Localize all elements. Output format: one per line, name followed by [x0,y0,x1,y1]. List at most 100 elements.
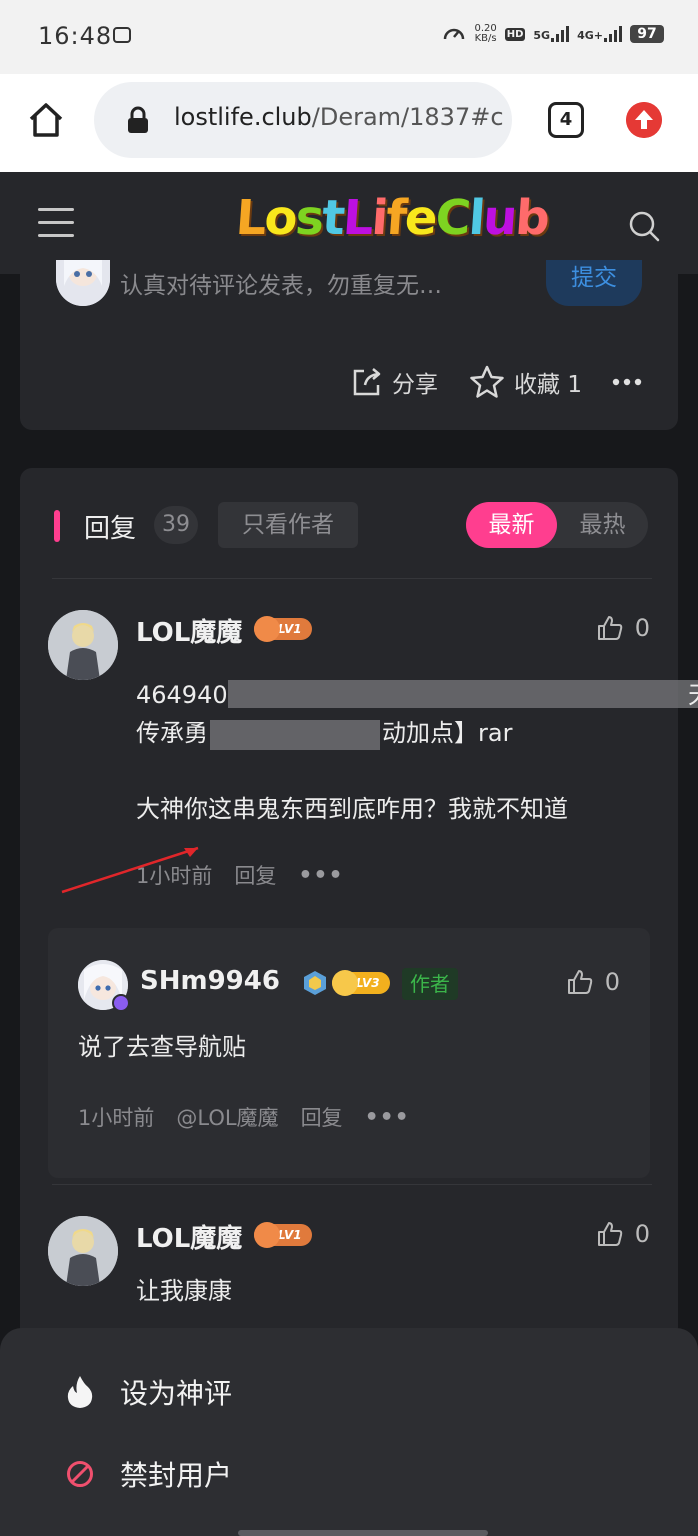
post-actions: 分享 收藏 1 [350,364,642,400]
like-button[interactable]: 0 [567,968,620,996]
hd-badge: HD [504,27,526,41]
comment-input[interactable]: 认真对待评论发表，勿重复无… [120,266,442,300]
commenter-avatar[interactable] [48,1216,118,1286]
status-icons: 0.20 KB/s HD 5G 4G+ 97 [442,22,664,46]
comment-text-line: 464940 [136,681,228,709]
ban-user-button[interactable]: 禁封用户 [66,1454,232,1494]
like-count: 0 [634,614,650,642]
commenter-name[interactable]: LOL魔魔 [136,612,242,649]
level-gem-icon [254,1222,280,1248]
verified-icon [112,994,130,1012]
share-label: 分享 [392,372,439,398]
author-only-filter[interactable]: 只看作者 [218,502,358,548]
commenter-avatar[interactable] [48,610,118,680]
network-speed-unit: KB/s [474,33,497,44]
logo-letter: b [513,190,550,246]
signal-4g: 4G+ [577,26,622,42]
annotation-arrow-icon [61,846,199,894]
reply-button[interactable]: 回复 [301,1102,343,1132]
logo-letter: u [481,190,518,246]
like-button[interactable]: 0 [597,1220,650,1248]
reply-button[interactable]: 回复 [234,860,276,890]
sort-toggle: 最新 最热 [466,502,648,548]
comment-text-line: 天 [688,676,698,714]
tv-app-icon [113,27,131,43]
thumbs-up-icon [567,970,592,994]
signal-5g-label: 5G [533,29,551,42]
signal-5g: 5G [533,26,570,42]
author-name[interactable]: SHm9946 [140,966,280,996]
action-sheet: 设为神评 禁封用户 [0,1328,698,1536]
level-badge: LV1 [254,616,312,642]
divider [52,1184,652,1185]
site-header: LostLifeClub [0,172,698,274]
site-logo[interactable]: LostLifeClub [234,190,550,246]
address-bar[interactable]: lostlife.club/Deram/1837#c [94,82,512,158]
redacted-content [210,720,380,750]
star-icon [470,365,504,398]
like-button[interactable]: 0 [597,614,650,642]
comment-text-line: 大神你这串鬼东西到底咋用？我就不知道 [136,795,568,823]
speedometer-icon [444,28,465,40]
reply-time: 1小时前 [78,1106,155,1130]
commenter-name[interactable]: LOL魔魔 [136,1218,242,1255]
logo-letter: C [433,190,471,246]
comment-text: 让我康康 [136,1277,232,1305]
flame-icon [67,1376,93,1408]
more-icon[interactable]: ••• [365,1105,410,1130]
section-accent-bar [54,510,60,542]
user-avatar [56,260,110,306]
logo-letter: s [293,190,325,246]
redacted-content [228,680,698,708]
lock-icon [128,106,148,133]
comment-text-line: 传承勇 [136,719,208,747]
level-gem-icon [254,616,280,642]
ban-icon [67,1461,93,1487]
set-hot-comment-button[interactable]: 设为神评 [66,1372,232,1412]
url-domain: lostlife.club [174,103,312,131]
more-icon[interactable] [612,377,642,387]
level-label: LV1 [278,1228,302,1242]
post-actions-card: 认真对待评论发表，勿重复无… 提交 分享 收藏 1 [20,260,678,430]
logo-letter: L [234,190,267,246]
reply-text: 说了去查导航贴 [78,1033,246,1061]
signal-bars-icon [551,26,570,42]
home-icon[interactable] [26,100,66,140]
sort-newest-tab[interactable]: 最新 [466,502,557,548]
tab-switcher-button[interactable]: 4 [548,102,584,138]
signal-bars-icon [604,26,622,42]
signal-4g-label: 4G+ [577,29,603,42]
thumbs-up-icon [597,616,622,640]
share-icon [353,368,381,396]
favorite-label: 收藏 1 [514,372,582,398]
replies-count: 39 [154,506,198,544]
comment-text-line: 动加点】rar [382,719,513,747]
more-icon[interactable]: ••• [298,863,343,888]
like-count: 0 [604,968,620,996]
search-icon[interactable] [628,210,660,242]
upload-icon[interactable] [626,102,662,138]
level-badge: LV3 [332,970,390,996]
medal-icon [304,971,326,995]
submit-button[interactable]: 提交 [546,260,642,306]
divider [52,578,652,579]
share-button[interactable]: 分享 [350,365,438,399]
level-gem-icon [332,970,358,996]
author-badge: 作者 [402,968,458,1000]
url-text: lostlife.club/Deram/1837#c [174,103,504,131]
favorite-button[interactable]: 收藏 1 [468,364,582,400]
replies-title: 回复 [84,514,137,544]
thumbs-up-icon [597,1222,622,1246]
reply-meta: 1小时前 @LOL魔魔 回复 ••• [78,1102,410,1132]
menu-icon[interactable] [38,208,74,238]
comment-item: LOL魔魔 LV1 0 让我康康 [20,1214,678,1334]
mention-link[interactable]: @LOL魔魔 [176,1102,278,1132]
sort-hottest-tab[interactable]: 最热 [557,502,648,548]
replies-header: 回复 39 只看作者 最新 最热 [20,502,678,548]
status-time: 16:48 [38,22,113,50]
status-bar: 16:48 0.20 KB/s HD 5G 4G+ 97 [0,0,698,74]
logo-letter: e [403,190,438,246]
level-badge: LV1 [254,1222,312,1248]
logo-letter: o [262,190,298,246]
browser-toolbar: lostlife.club/Deram/1837#c 4 [0,74,698,172]
